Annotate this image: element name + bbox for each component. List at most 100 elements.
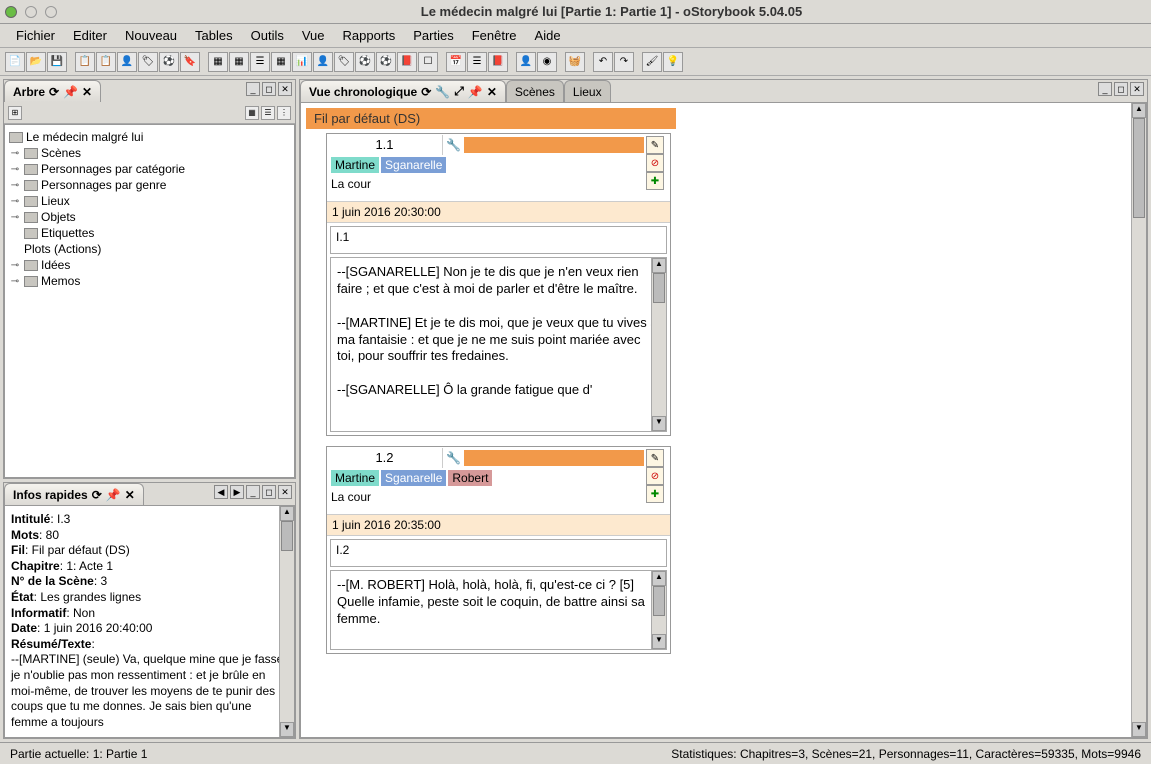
tree-node-objets[interactable]: ⊸Objets [9, 209, 290, 225]
panel-min-icon[interactable]: _ [1098, 82, 1112, 96]
tag-icon[interactable]: 🏷 [138, 52, 158, 72]
basket-icon[interactable]: 🧺 [565, 52, 585, 72]
menu-aide[interactable]: Aide [527, 25, 569, 46]
panel-close-icon[interactable]: ✕ [1130, 82, 1144, 96]
scroll-down-icon[interactable]: ▼ [280, 722, 294, 737]
menu-editer[interactable]: Editer [65, 25, 115, 46]
panel-nav-next-icon[interactable]: ▶ [230, 485, 244, 499]
tree-root[interactable]: Le médecin malgré lui [9, 129, 290, 145]
face-icon[interactable]: 👤 [516, 52, 536, 72]
tree-node-memos[interactable]: ⊸Memos [9, 273, 290, 289]
tree-node-scenes[interactable]: ⊸Scènes [9, 145, 290, 161]
panel-min-icon[interactable]: _ [246, 485, 260, 499]
spiral-icon[interactable]: ◉ [537, 52, 557, 72]
scroll-thumb[interactable] [653, 586, 665, 616]
tree-node-plots[interactable]: Plots (Actions) [9, 241, 290, 257]
expand-icon[interactable]: ⊸ [9, 164, 21, 175]
scroll-thumb[interactable] [281, 521, 293, 551]
tab-infos[interactable]: Infos rapides ⟳ 📌 ✕ [4, 483, 144, 505]
close-tab-icon[interactable]: ✕ [125, 488, 135, 502]
list2-icon[interactable]: ☰ [467, 52, 487, 72]
tab-arbre[interactable]: Arbre ⟳ 📌 ✕ [4, 80, 101, 102]
chart-icon[interactable]: 📊 [292, 52, 312, 72]
tag2-icon[interactable]: 🏷 [334, 52, 354, 72]
char-tag-martine[interactable]: Martine [331, 157, 379, 173]
undo-icon[interactable]: ↶ [593, 52, 613, 72]
doc-icon[interactable]: 📋 [75, 52, 95, 72]
person-icon[interactable]: 👤 [117, 52, 137, 72]
char-tag-sganarelle[interactable]: Sganarelle [381, 470, 446, 486]
scene-id-field[interactable]: I.1 [330, 226, 667, 254]
view-grid-icon[interactable]: ▦ [245, 106, 259, 120]
pin-icon[interactable]: 📌 [468, 85, 483, 99]
pin-icon[interactable]: 📌 [63, 85, 78, 99]
scroll-thumb[interactable] [1133, 118, 1145, 218]
close-tab-icon[interactable]: ✕ [487, 85, 497, 99]
add-scene-icon[interactable]: ✚ [646, 172, 664, 190]
char-tag-sganarelle[interactable]: Sganarelle [381, 157, 446, 173]
grid-icon[interactable]: ▦ [208, 52, 228, 72]
edit-scene-icon[interactable]: ✎ [646, 136, 664, 154]
tab-scenes[interactable]: Scènes [506, 80, 564, 102]
open-icon[interactable]: 📂 [26, 52, 46, 72]
view-opt-icon[interactable]: ⋮ [277, 106, 291, 120]
scroll-up-icon[interactable]: ▲ [652, 258, 666, 273]
ball3-icon[interactable]: ⚽ [376, 52, 396, 72]
tab-chrono[interactable]: Vue chronologique ⟳ 🔧 ⤢ 📌 ✕ [300, 80, 506, 102]
ball2-icon[interactable]: ⚽ [355, 52, 375, 72]
redo-icon[interactable]: ↷ [614, 52, 634, 72]
panel-close-icon[interactable]: ✕ [278, 82, 292, 96]
char-tag-robert[interactable]: Robert [448, 470, 492, 486]
expand-icon[interactable]: ⊸ [9, 148, 21, 159]
grid3-icon[interactable]: ▦ [271, 52, 291, 72]
panel-nav-prev-icon[interactable]: ◀ [214, 485, 228, 499]
expand-icon[interactable]: ⊸ [9, 260, 21, 271]
box-icon[interactable]: ☐ [418, 52, 438, 72]
tree-node-pers-genre[interactable]: ⊸Personnages par genre [9, 177, 290, 193]
window-minimize-icon[interactable] [45, 6, 57, 18]
brush-icon[interactable]: 🖌 [642, 52, 662, 72]
add-scene-icon[interactable]: ✚ [646, 485, 664, 503]
scroll-up-icon[interactable]: ▲ [1132, 103, 1146, 118]
wrench-icon[interactable]: 🔧 [442, 135, 462, 155]
delete-scene-icon[interactable]: ⊘ [646, 467, 664, 485]
cal-icon[interactable]: 📅 [446, 52, 466, 72]
chrono-scrollbar[interactable]: ▲ ▼ [1131, 103, 1146, 737]
window-close-icon[interactable] [5, 6, 17, 18]
view-list-icon[interactable]: ☰ [261, 106, 275, 120]
menu-parties[interactable]: Parties [405, 25, 461, 46]
new-file-icon[interactable]: 📄 [5, 52, 25, 72]
edit-scene-icon[interactable]: ✎ [646, 449, 664, 467]
menu-nouveau[interactable]: Nouveau [117, 25, 185, 46]
save-icon[interactable]: 💾 [47, 52, 67, 72]
menu-outils[interactable]: Outils [243, 25, 292, 46]
ball-icon[interactable]: ⚽ [159, 52, 179, 72]
delete-scene-icon[interactable]: ⊘ [646, 154, 664, 172]
grid2-icon[interactable]: ▦ [229, 52, 249, 72]
char-tag-martine[interactable]: Martine [331, 470, 379, 486]
doc2-icon[interactable]: 📋 [96, 52, 116, 72]
refresh-icon[interactable]: ⟳ [49, 85, 59, 99]
menu-tables[interactable]: Tables [187, 25, 241, 46]
panel-max-icon[interactable]: ◻ [1114, 82, 1128, 96]
wrench-icon[interactable]: 🔧 [442, 448, 462, 468]
window-control-icon[interactable] [25, 6, 37, 18]
person2-icon[interactable]: 👤 [313, 52, 333, 72]
tree-node-lieux[interactable]: ⊸Lieux [9, 193, 290, 209]
refresh-icon[interactable]: ⟳ [421, 85, 431, 99]
bulb-icon[interactable]: 💡 [663, 52, 683, 72]
scene-text-area[interactable]: --[SGANARELLE] Non je te dis que je n'en… [330, 257, 667, 432]
scroll-down-icon[interactable]: ▼ [652, 416, 666, 431]
scroll-down-icon[interactable]: ▼ [652, 634, 666, 649]
text-scrollbar[interactable]: ▲ ▼ [651, 258, 666, 431]
expand-icon[interactable]: ⊸ [9, 212, 21, 223]
tree-node-etiquettes[interactable]: Etiquettes [9, 225, 290, 241]
text-scrollbar[interactable]: ▲ ▼ [651, 571, 666, 649]
refresh-icon[interactable]: ⟳ [92, 488, 102, 502]
list-icon[interactable]: ☰ [250, 52, 270, 72]
tree-node-pers-cat[interactable]: ⊸Personnages par catégorie [9, 161, 290, 177]
expand-icon[interactable]: ⊸ [9, 196, 21, 207]
panel-close-icon[interactable]: ✕ [278, 485, 292, 499]
scroll-thumb[interactable] [653, 273, 665, 303]
scene-text-area[interactable]: --[M. ROBERT] Holà, holà, holà, fi, qu'e… [330, 570, 667, 650]
